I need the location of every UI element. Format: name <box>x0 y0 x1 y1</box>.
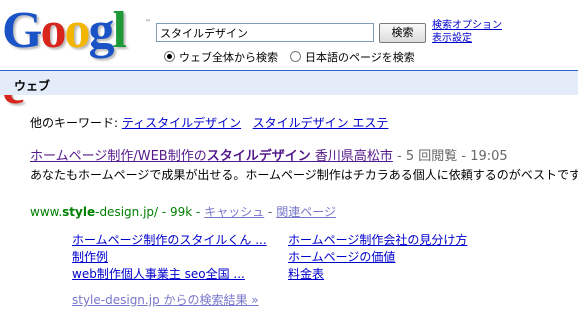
results-bar-label: ウェブ <box>14 79 51 93</box>
logo-letter: o <box>64 2 90 59</box>
radio-web-label[interactable]: ウェブ全体から検索 <box>179 51 278 64</box>
related-link[interactable]: 関連ページ <box>276 205 336 219</box>
url-bold: style <box>62 205 96 219</box>
result-title-bold: スタイルデザイン <box>206 149 311 164</box>
logo-letter: o <box>40 2 66 59</box>
separator: - <box>264 205 277 219</box>
logo-letter: G <box>2 2 42 59</box>
related-keywords: 他のキーワード: ティスタイルデザイン スタイルデザイン エステ <box>30 114 388 131</box>
result-title-link[interactable]: ホームページ制作/WEB制作のスタイルデザイン 香川県高松市 <box>30 149 393 164</box>
logo-letter: l <box>112 2 127 59</box>
url-text: -design.jp/ <box>95 205 159 219</box>
result-title: ホームページ制作/WEB制作のスタイルデザイン 香川県高松市 - 5 回閲覧 -… <box>30 145 508 164</box>
keyword-link[interactable]: ティスタイルデザイン <box>122 116 241 130</box>
logo-trademark: ™ <box>145 19 151 26</box>
result-size: - 99k - <box>158 205 205 219</box>
radio-japanese[interactable] <box>290 51 301 62</box>
result-url-line: www.style-design.jp/ - 99k - キャッシュ - 関連ペ… <box>30 203 336 220</box>
result-title-text: 香川県高松市 <box>310 149 393 164</box>
search-scope: ウェブ全体から検索 日本語のページを検索 <box>164 49 415 65</box>
cache-link[interactable]: キャッシュ <box>204 205 264 219</box>
sitelink[interactable]: 制作例 <box>72 248 108 265</box>
sitelink[interactable]: 料金表 <box>288 265 324 282</box>
url-text: www. <box>30 205 63 219</box>
sitelink[interactable]: ホームページ制作のスタイルくん ... <box>72 231 267 248</box>
google-logo[interactable]: Google <box>2 2 144 115</box>
logo-letter: g <box>88 2 114 59</box>
sitelink[interactable]: ホームページの価値 <box>288 248 395 265</box>
more-results-link[interactable]: style-design.jp からの検索結果 » <box>72 291 259 308</box>
sitelink[interactable]: ホームページ制作会社の見分け方 <box>288 231 467 248</box>
result-meta: - 5 回閲覧 - 19:05 <box>392 149 508 164</box>
result-url: www.style-design.jp/ <box>30 205 158 219</box>
result-title-text: ホームページ制作/WEB制作の <box>30 149 207 164</box>
search-button[interactable]: 検索 <box>379 23 426 43</box>
preferences-link[interactable]: 表示設定 <box>432 33 472 45</box>
advanced-search-link[interactable]: 検索オプション <box>432 20 502 32</box>
keywords-label: 他のキーワード: <box>30 116 119 130</box>
radio-web[interactable] <box>164 51 175 62</box>
radio-japanese-label[interactable]: 日本語のページを検索 <box>305 51 415 64</box>
sitelink[interactable]: web制作個人事業主 seo全国 ... <box>72 265 245 282</box>
result-snippet: あなたもホームページで成果が出せる。ホームページ制作はチカラある個人に依頼するの… <box>30 168 578 182</box>
search-input[interactable] <box>156 23 374 42</box>
keyword-link[interactable]: スタイルデザイン エステ <box>253 116 389 130</box>
results-bar: ウェブ <box>0 70 578 95</box>
